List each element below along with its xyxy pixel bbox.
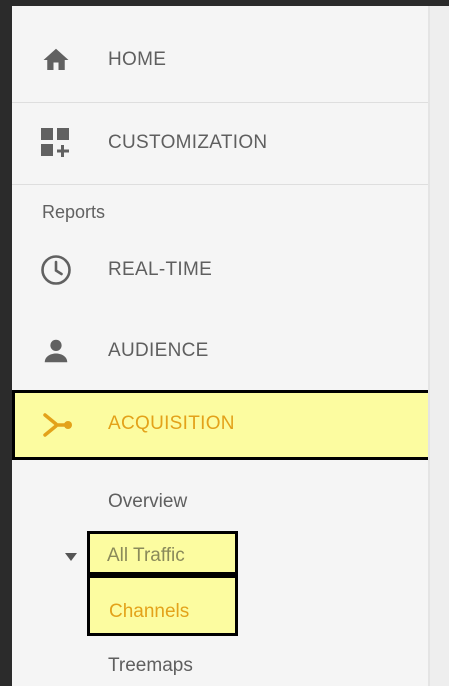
sidebar-item-acquisition[interactable]: ACQUISITION — [12, 390, 438, 460]
dashboard-add-icon — [38, 125, 74, 161]
sidebar-subitem-channels[interactable]: Channels — [87, 575, 238, 636]
sidebar-item-label: ACQUISITION — [108, 413, 235, 434]
sidebar-item-home[interactable]: HOME — [12, 20, 428, 100]
sidebar-item-label: HOME — [108, 49, 167, 70]
sidebar-subitem-label: All Traffic — [107, 545, 185, 566]
sidebar-subitem-overview[interactable]: Overview — [108, 491, 187, 513]
sidebar-item-label: REAL-TIME — [108, 259, 213, 280]
app-frame: HOME CUSTOMIZATION Reports REAL-TIME AUD… — [0, 0, 449, 686]
chevron-down-icon[interactable] — [65, 553, 77, 561]
person-icon — [38, 333, 74, 369]
section-header-reports: Reports — [42, 202, 106, 222]
sidebar-item-label: CUSTOMIZATION — [108, 132, 268, 153]
sidebar-item-customization[interactable]: CUSTOMIZATION — [12, 103, 428, 183]
home-icon — [38, 42, 74, 78]
sidebar-subitem-all-traffic[interactable]: All Traffic — [87, 531, 238, 575]
divider — [12, 184, 428, 185]
acquisition-branch-icon — [39, 407, 75, 443]
sidebar-item-realtime[interactable]: REAL-TIME — [12, 230, 428, 310]
sidebar-subitem-label: Channels — [109, 601, 190, 622]
sidebar-item-label: AUDIENCE — [108, 340, 209, 361]
sidebar-item-audience[interactable]: AUDIENCE — [12, 311, 428, 391]
main-content-area — [430, 6, 449, 686]
clock-icon — [38, 252, 74, 288]
sidebar-subitem-treemaps[interactable]: Treemaps — [108, 655, 193, 677]
